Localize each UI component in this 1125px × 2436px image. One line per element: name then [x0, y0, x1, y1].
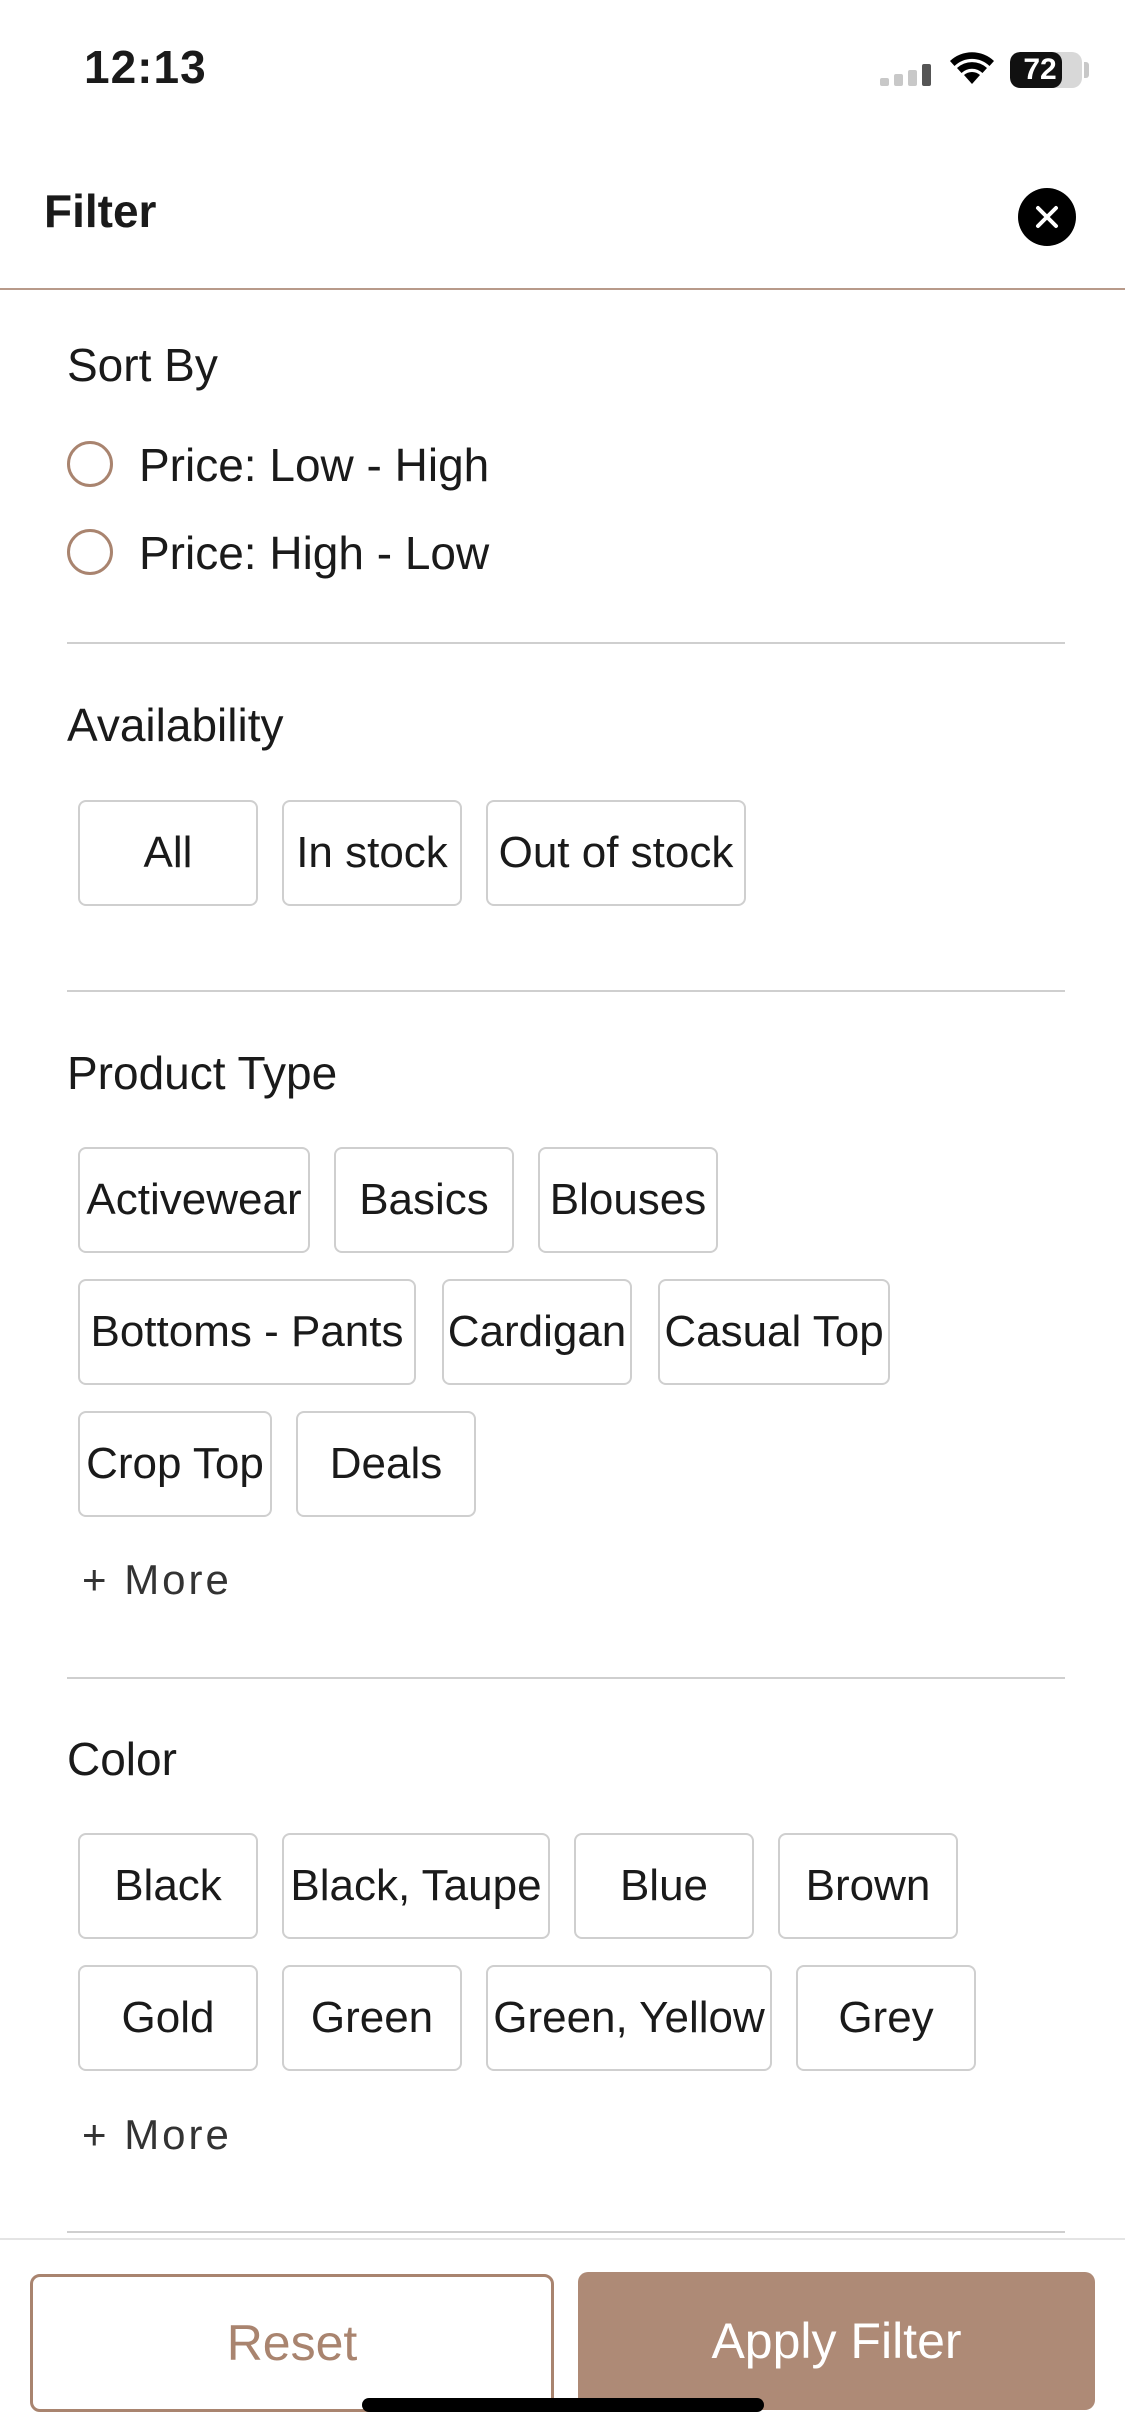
chip-product-basics[interactable]: Basics — [334, 1147, 514, 1253]
chip-color-brown[interactable]: Brown — [778, 1833, 958, 1939]
chip-product-crop-top[interactable]: Crop Top — [78, 1411, 272, 1517]
chip-availability-in-stock[interactable]: In stock — [282, 800, 462, 906]
radio-button[interactable] — [67, 529, 113, 575]
chip-color-green[interactable]: Green — [282, 1965, 462, 2071]
chip-product-cardigan[interactable]: Cardigan — [442, 1279, 632, 1385]
divider — [67, 642, 1065, 644]
radio-price-low-high[interactable]: Price: Low - High — [67, 435, 667, 495]
chip-color-gold[interactable]: Gold — [78, 1965, 258, 2071]
radio-label: Price: High - Low — [139, 527, 490, 579]
battery-icon: 72 — [1010, 52, 1082, 88]
cellular-signal-icon — [880, 62, 934, 86]
chip-product-activewear[interactable]: Activewear — [78, 1147, 310, 1253]
chip-availability-out-of-stock[interactable]: Out of stock — [486, 800, 746, 906]
section-title-availability: Availability — [67, 699, 284, 751]
chip-product-blouses[interactable]: Blouses — [538, 1147, 718, 1253]
section-title-color: Color — [67, 1733, 177, 1785]
chip-product-bottoms-pants[interactable]: Bottoms - Pants — [78, 1279, 416, 1385]
product-type-more-link[interactable]: + More — [82, 1556, 232, 1604]
color-more-link[interactable]: + More — [82, 2111, 232, 2159]
radio-price-high-low[interactable]: Price: High - Low — [67, 523, 667, 583]
close-icon — [1036, 206, 1058, 228]
apply-filter-button[interactable]: Apply Filter — [578, 2272, 1095, 2410]
chip-color-black[interactable]: Black — [78, 1833, 258, 1939]
chip-color-grey[interactable]: Grey — [796, 1965, 976, 2071]
filter-screen: 12:13 72 Filter Sort By Price: Low - Hig… — [0, 0, 1125, 2436]
filter-header: Filter — [0, 140, 1125, 290]
chip-color-blue[interactable]: Blue — [574, 1833, 754, 1939]
section-title-product-type: Product Type — [67, 1047, 338, 1099]
page-title: Filter — [44, 185, 157, 237]
radio-button[interactable] — [67, 441, 113, 487]
status-time: 12:13 — [84, 41, 207, 93]
home-indicator — [362, 2398, 764, 2412]
section-title-sort-by: Sort By — [67, 339, 218, 391]
radio-label: Price: Low - High — [139, 439, 490, 491]
divider — [67, 2231, 1065, 2233]
reset-button[interactable]: Reset — [30, 2274, 554, 2412]
chip-availability-all[interactable]: All — [78, 800, 258, 906]
battery-cap — [1084, 62, 1089, 78]
close-button[interactable] — [1018, 188, 1076, 246]
chip-product-casual-top[interactable]: Casual Top — [658, 1279, 890, 1385]
chip-color-black-taupe[interactable]: Black, Taupe — [282, 1833, 550, 1939]
status-bar: 12:13 72 — [0, 0, 1125, 140]
divider — [67, 1677, 1065, 1679]
chip-product-deals[interactable]: Deals — [296, 1411, 476, 1517]
battery-level: 72 — [1023, 53, 1057, 86]
wifi-icon — [950, 52, 994, 84]
chip-color-green-yellow[interactable]: Green, Yellow — [486, 1965, 772, 2071]
divider — [67, 990, 1065, 992]
